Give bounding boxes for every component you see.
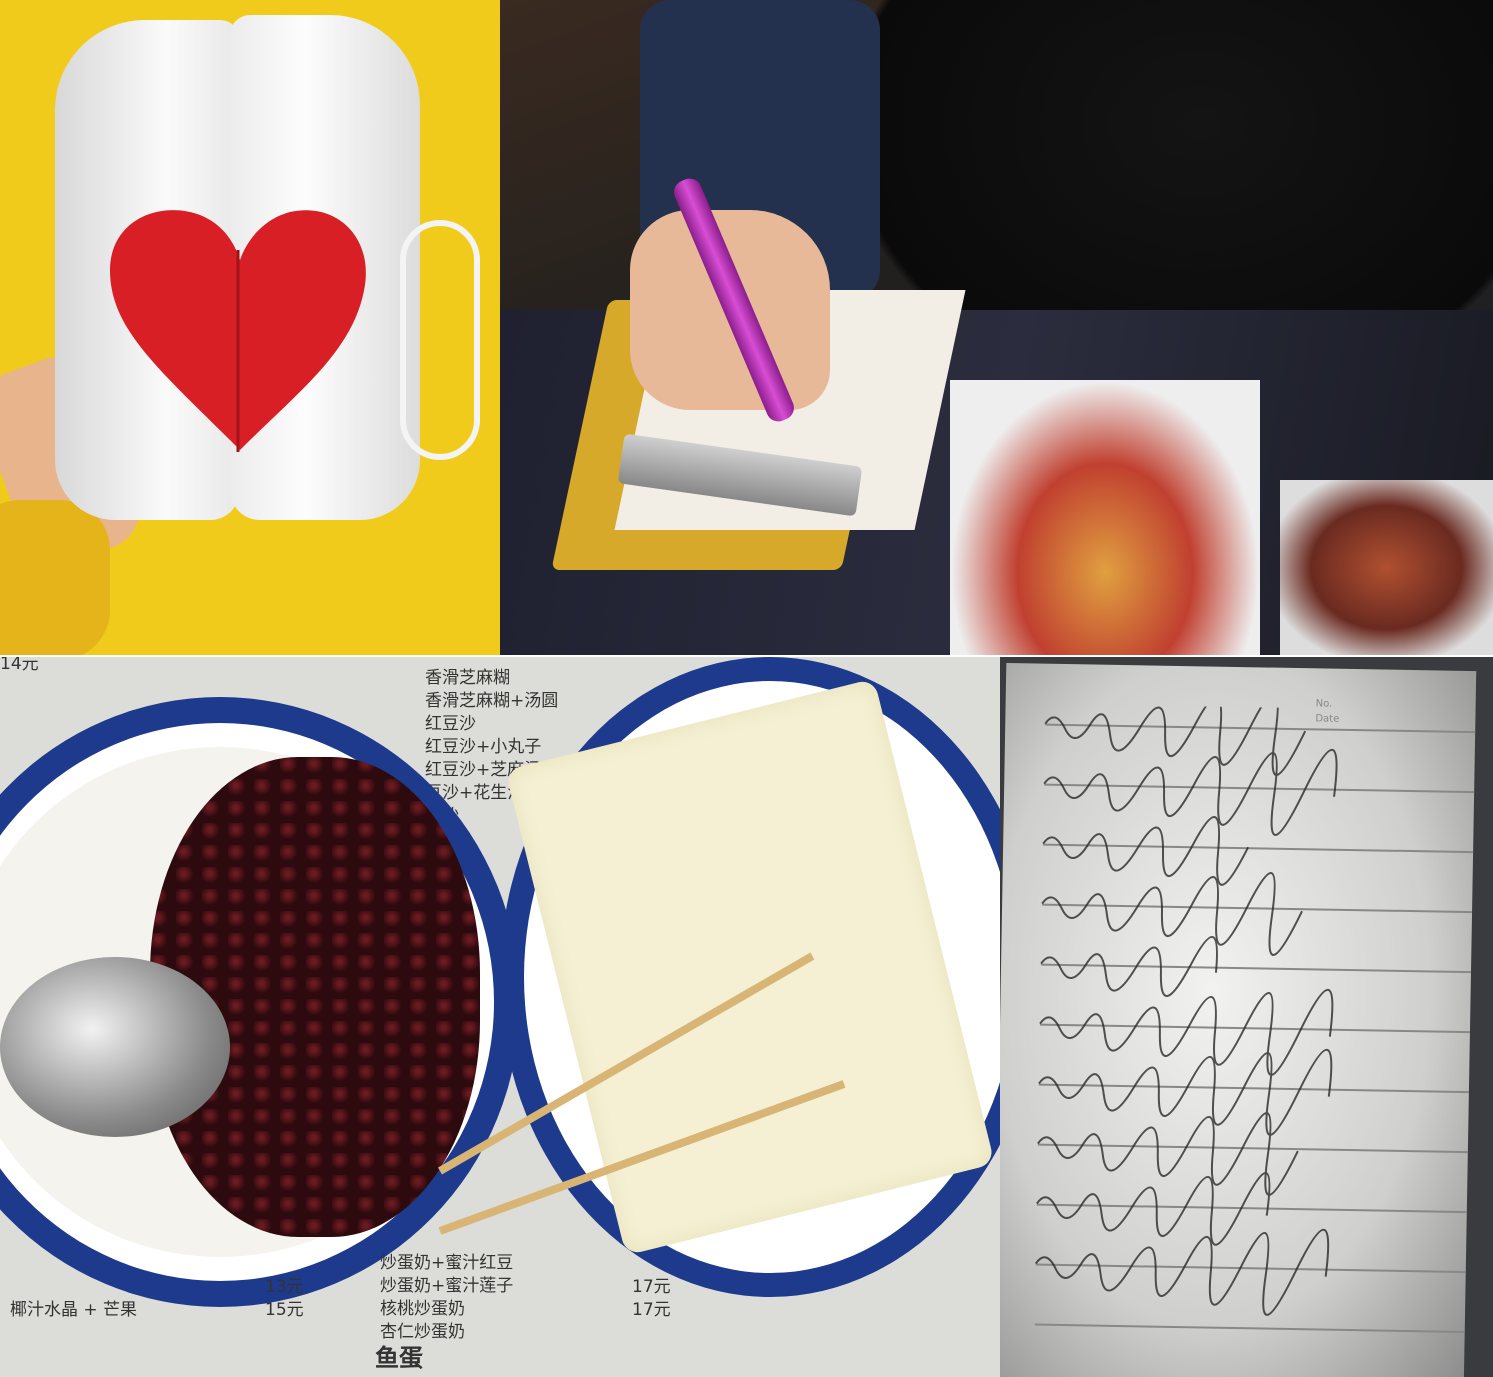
price: 17元 xyxy=(632,1300,671,1320)
food-photo-skewers xyxy=(1280,480,1493,655)
handwriting-photo: No. Date xyxy=(1000,657,1493,1377)
price: 14元 xyxy=(0,657,39,674)
heart-icon xyxy=(110,210,366,452)
menu-item: 杏仁炒蛋奶 xyxy=(380,1322,465,1342)
notebook-page: No. Date xyxy=(1000,662,1477,1377)
sleeve xyxy=(0,500,110,655)
shoelace xyxy=(400,220,480,460)
price: 17元 xyxy=(632,1277,671,1297)
menu-item: 红豆沙 xyxy=(425,714,476,734)
menu-item: 核桃炒蛋奶 xyxy=(380,1299,465,1319)
handwriting-strokes xyxy=(1035,703,1338,1316)
sneakers-photo xyxy=(0,0,500,655)
price: 13元 xyxy=(265,1277,304,1297)
menu-item: 炒蛋奶+蜜汁红豆 xyxy=(380,1253,514,1273)
price: 15元 xyxy=(265,1300,304,1320)
menu-item: 椰汁水晶 + 芒果 xyxy=(10,1300,138,1320)
menu-item: 红豆沙+小丸子 xyxy=(425,737,542,757)
food-photo-shrimp xyxy=(950,380,1260,655)
restaurant-order-photo xyxy=(500,0,1493,655)
menu-item: 香滑芝麻糊 xyxy=(425,668,510,688)
dessert-photo: 14元 香滑芝麻糊 香滑芝麻糊+汤圆 红豆沙 红豆沙+小丸子 红豆沙+芝麻汤圆 … xyxy=(0,657,1000,1377)
menu-item: 香滑芝麻糊+汤圆 xyxy=(425,691,559,711)
menu-list-lower: 炒蛋奶+蜜汁红豆 炒蛋奶+蜜汁莲子 核桃炒蛋奶 杏仁炒蛋奶 xyxy=(380,1252,513,1344)
section-heading: 鱼蛋 xyxy=(375,1344,423,1372)
spoon xyxy=(0,957,230,1137)
menu-item: 炒蛋奶+蜜汁莲子 xyxy=(380,1276,514,1296)
